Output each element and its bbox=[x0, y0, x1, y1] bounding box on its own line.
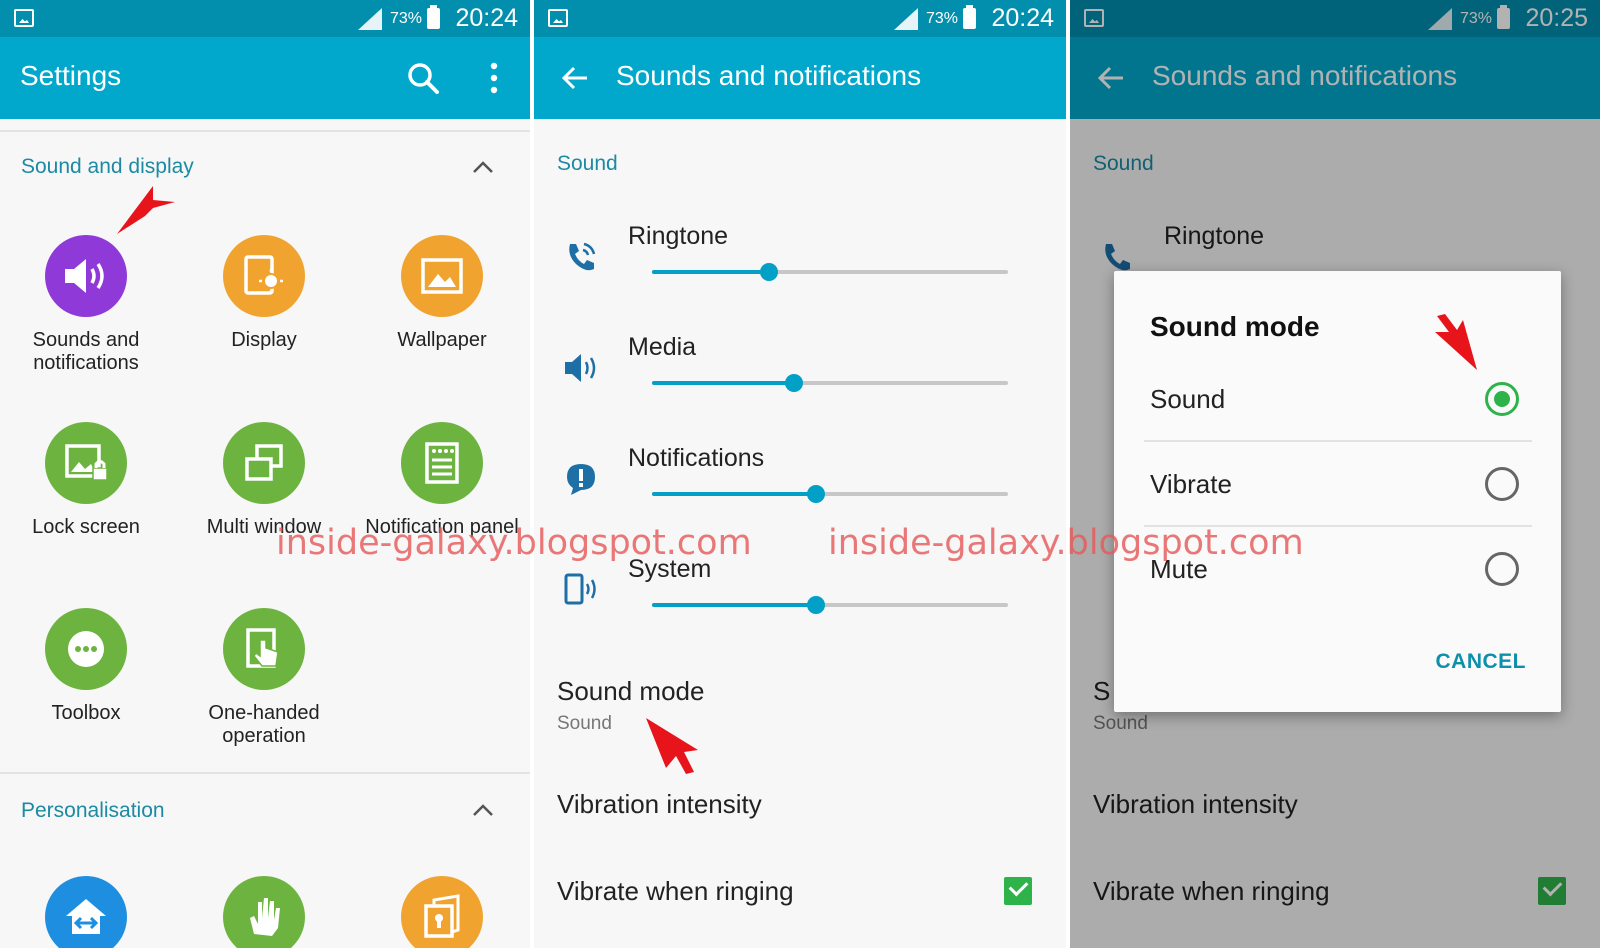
tile-label: Display bbox=[231, 329, 297, 351]
sound-mode-value: Sound bbox=[557, 713, 612, 734]
tile-label: One-handed operation bbox=[208, 702, 320, 747]
volume-label: Media bbox=[628, 333, 697, 361]
gallery-notification-icon bbox=[14, 9, 34, 27]
slider-fill bbox=[652, 603, 816, 607]
wallpaper-icon bbox=[401, 235, 483, 317]
page-title: Sounds and notifications bbox=[616, 60, 922, 91]
volume-row-ringtone: Ringtone bbox=[534, 222, 1066, 322]
status-bar: 73% 20:24 bbox=[0, 0, 530, 37]
tile-toolbox[interactable]: Toolbox bbox=[0, 608, 175, 725]
volume-row-system: System bbox=[534, 555, 1066, 655]
tile-notification-panel[interactable]: Notification panel bbox=[353, 422, 530, 539]
signal-icon bbox=[894, 8, 918, 30]
radio-mute[interactable] bbox=[1485, 552, 1519, 586]
vibrate-when-ringing-label: Vibrate when ringing bbox=[557, 876, 794, 906]
app-bar: Settings bbox=[0, 37, 530, 119]
status-bar: 73% 20:24 bbox=[534, 0, 1066, 37]
tile-wallpaper[interactable]: Wallpaper bbox=[353, 235, 530, 352]
gallery-notification-icon bbox=[548, 9, 568, 27]
volume-row-media: Media bbox=[534, 333, 1066, 433]
radio-vibrate[interactable] bbox=[1485, 467, 1519, 501]
motions-icon bbox=[223, 876, 305, 948]
dialog-title: Sound mode bbox=[1150, 311, 1320, 342]
volume-icon bbox=[45, 235, 127, 317]
slider-fill bbox=[652, 492, 816, 496]
tile-sounds-notifications[interactable]: Sounds and notifications bbox=[0, 235, 175, 375]
ringtone-volume-slider[interactable] bbox=[652, 263, 1008, 281]
notifications-volume-slider[interactable] bbox=[652, 485, 1008, 503]
tile-multi-window[interactable]: Multi window bbox=[175, 422, 353, 539]
sounds-notifications-screen: 73% 20:24 Sounds and notifications Sound… bbox=[534, 0, 1066, 948]
media-volume-icon bbox=[565, 354, 596, 382]
volume-label: Ringtone bbox=[628, 222, 729, 250]
battery-icon bbox=[963, 5, 976, 29]
slider-knob[interactable] bbox=[785, 374, 804, 392]
cancel-button[interactable]: CANCEL bbox=[1436, 650, 1527, 674]
section-header-personalisation: Personalisation bbox=[21, 799, 165, 822]
option-label: Vibrate bbox=[1150, 469, 1232, 499]
chevron-up-icon[interactable] bbox=[472, 160, 494, 174]
system-icon bbox=[564, 573, 596, 605]
section-header-sound: Sound bbox=[557, 152, 618, 175]
battery-percent: 73% bbox=[389, 10, 422, 27]
settings-screen: 73% 20:24 Settings Sound and display Sou… bbox=[0, 0, 530, 948]
system-volume-slider[interactable] bbox=[652, 596, 1008, 614]
search-icon[interactable] bbox=[406, 61, 440, 95]
signal-icon bbox=[358, 8, 382, 30]
tile-private-mode[interactable] bbox=[353, 876, 530, 948]
tile-label: Lock screen bbox=[32, 516, 140, 538]
annotation-arrow bbox=[117, 186, 175, 234]
watermark: inside-galaxy.blogspot.com bbox=[276, 523, 752, 563]
app-bar: Sounds and notifications bbox=[534, 37, 1066, 119]
tile-one-handed[interactable]: One-handed operation bbox=[175, 608, 353, 748]
sound-mode-title: Sound mode bbox=[557, 676, 705, 706]
tile-label: Toolbox bbox=[51, 702, 121, 724]
divider bbox=[0, 772, 530, 774]
media-volume-slider[interactable] bbox=[652, 374, 1008, 392]
one-handed-icon bbox=[223, 608, 305, 690]
more-vert-icon[interactable] bbox=[488, 61, 500, 95]
lock-screen-icon bbox=[45, 422, 127, 504]
battery-icon bbox=[427, 5, 440, 29]
sound-mode-dialog-screen: 73% 20:25 Sounds and notifications Sound… bbox=[1070, 0, 1600, 948]
slider-knob[interactable] bbox=[760, 263, 779, 281]
page-title: Settings bbox=[20, 60, 122, 91]
vibrate-when-ringing-checkbox[interactable] bbox=[1004, 877, 1032, 905]
ringtone-icon bbox=[569, 242, 596, 271]
slider-fill bbox=[652, 381, 795, 385]
back-arrow-icon[interactable] bbox=[560, 63, 590, 93]
divider bbox=[0, 130, 530, 132]
tile-label: Sounds and notifications bbox=[32, 329, 140, 374]
slider-knob[interactable] bbox=[806, 485, 825, 503]
display-icon bbox=[223, 235, 305, 317]
status-time: 20:24 bbox=[455, 4, 518, 32]
annotation-arrow bbox=[646, 718, 698, 774]
sound-mode-dialog: Sound mode Sound Vibrate Mute CANCEL bbox=[1114, 271, 1561, 712]
radio-sound[interactable] bbox=[1485, 382, 1519, 416]
battery-percent: 73% bbox=[925, 10, 958, 27]
tile-easy-mode[interactable] bbox=[0, 876, 175, 948]
vibration-intensity-setting[interactable]: Vibration intensity bbox=[557, 789, 762, 820]
section-header-sound-display: Sound and display bbox=[21, 155, 194, 178]
status-time: 20:24 bbox=[991, 4, 1054, 32]
slider-knob[interactable] bbox=[806, 596, 825, 614]
tile-label: Wallpaper bbox=[397, 329, 487, 351]
notification-icon bbox=[567, 464, 595, 495]
private-mode-icon bbox=[401, 876, 483, 948]
volume-label: Notifications bbox=[628, 444, 765, 472]
multi-window-icon bbox=[223, 422, 305, 504]
option-label: Sound bbox=[1150, 384, 1226, 414]
tile-motions[interactable] bbox=[175, 876, 353, 948]
chevron-up-icon[interactable] bbox=[472, 803, 494, 817]
toolbox-icon bbox=[45, 608, 127, 690]
notification-panel-icon bbox=[401, 422, 483, 504]
tile-lock-screen[interactable]: Lock screen bbox=[0, 422, 175, 539]
slider-fill bbox=[652, 270, 770, 274]
divider bbox=[1144, 440, 1532, 442]
easy-mode-icon bbox=[45, 876, 127, 948]
tile-display[interactable]: Display bbox=[175, 235, 353, 352]
watermark: inside-galaxy.blogspot.com bbox=[828, 523, 1304, 563]
annotation-arrow bbox=[1435, 314, 1477, 370]
